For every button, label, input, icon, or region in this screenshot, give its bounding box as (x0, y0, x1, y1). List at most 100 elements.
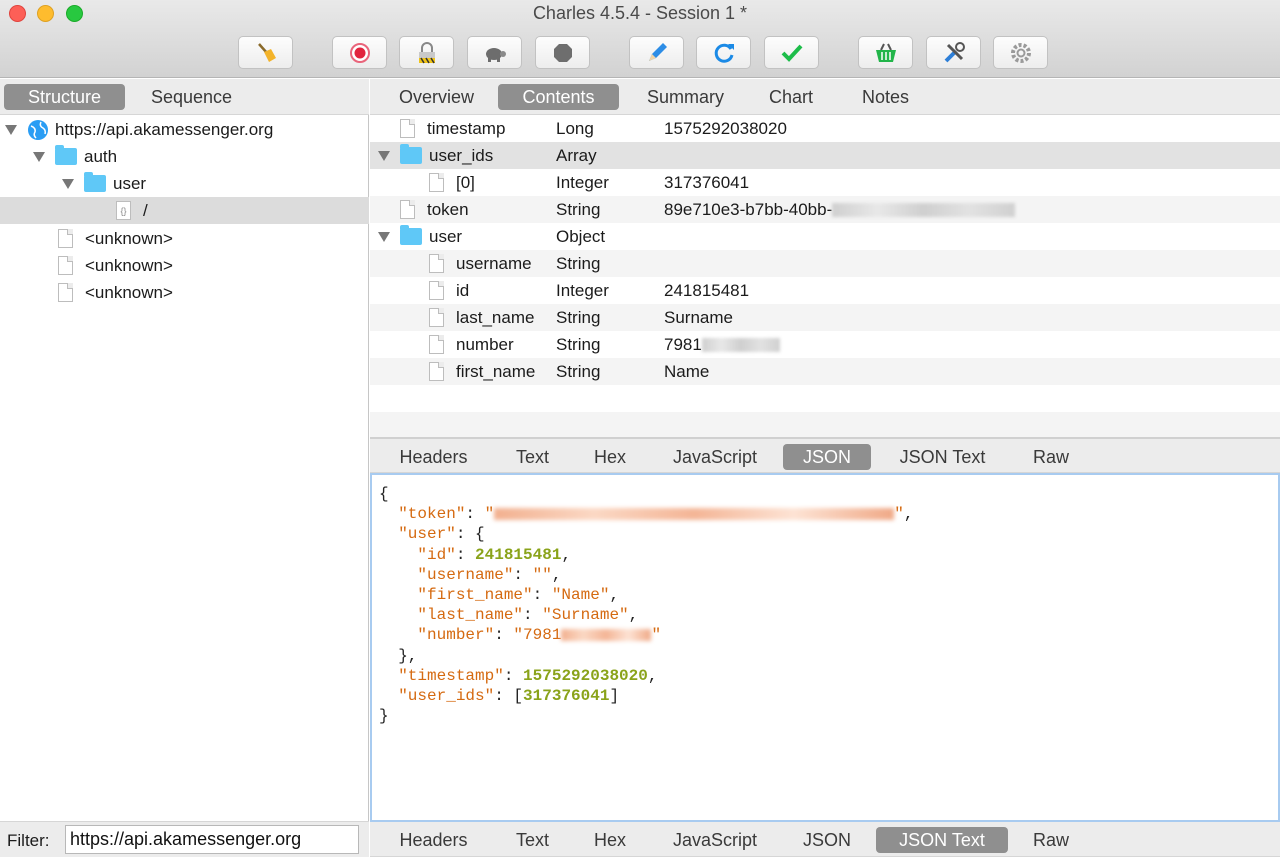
row-name: id (456, 280, 470, 300)
table-row[interactable]: first_name String Name (370, 358, 1280, 385)
compose-button[interactable] (629, 36, 684, 69)
file-icon (429, 254, 444, 273)
validate-button[interactable] (764, 36, 819, 69)
throttle-button[interactable] (467, 36, 522, 69)
folder-icon (400, 144, 422, 164)
json-viewer[interactable]: { "token": " ", "user": { "id": 241815481… (370, 473, 1280, 822)
tab-json-text[interactable]: JSON Text (882, 444, 1003, 470)
filter-input[interactable] (65, 825, 359, 854)
tree-host-row[interactable]: https://api.akamessenger.org (0, 116, 369, 143)
row-name: token (427, 199, 469, 219)
turtle-icon (485, 47, 506, 62)
disclosure-triangle-icon[interactable] (378, 150, 390, 161)
row-name: timestamp (427, 118, 506, 138)
tree-folder-label: auth (84, 146, 118, 166)
tab-notes[interactable]: Notes (848, 84, 923, 110)
row-value: 317376041 (664, 172, 750, 192)
left-tab-bar: Structure Sequence (0, 79, 369, 115)
tab-javascript[interactable]: JavaScript (654, 444, 776, 470)
tree-unknown-row[interactable]: <unknown> (0, 279, 369, 306)
table-row[interactable]: user Object (370, 223, 1280, 250)
stop-hexagon-icon (553, 43, 572, 62)
row-name: user (429, 226, 463, 246)
table-row[interactable]: timestamp Long 1575292038020 (370, 115, 1280, 142)
ssl-proxying-button[interactable] (399, 36, 454, 69)
globe-icon (28, 119, 48, 140)
window-title: Charles 4.5.4 - Session 1 * (532, 3, 748, 23)
file-icon (58, 256, 73, 275)
tools-basket-button[interactable] (858, 36, 913, 69)
tree-leaf-label: / (143, 200, 148, 220)
row-type: String (556, 199, 601, 219)
redacted-token (494, 507, 895, 520)
disclosure-triangle-icon[interactable] (5, 124, 17, 135)
tab-headers[interactable]: Headers (387, 444, 480, 470)
row-type: Integer (556, 280, 609, 300)
redacted-value (701, 338, 780, 353)
table-row[interactable]: user_ids Array (370, 142, 1280, 169)
row-type: String (556, 334, 601, 354)
table-row[interactable]: id Integer 241815481 (370, 277, 1280, 304)
broom-icon (257, 42, 276, 62)
tab-chart[interactable]: Chart (755, 84, 827, 110)
tab-structure[interactable]: Structure (4, 84, 125, 110)
tree-host-label: https://api.akamessenger.org (55, 119, 274, 139)
tab-javascript[interactable]: JavaScript (654, 827, 776, 853)
breakpoints-button[interactable] (535, 36, 590, 69)
detail-pane: Overview Contents Summary Chart Notes ti… (370, 79, 1280, 857)
tree-folder-auth[interactable]: auth (0, 143, 369, 170)
record-button[interactable] (332, 36, 387, 69)
folder-icon (400, 225, 422, 245)
tab-overview[interactable]: Overview (389, 84, 484, 110)
tab-raw[interactable]: Raw (1016, 827, 1086, 853)
tree-folder-user[interactable]: user (0, 170, 369, 197)
row-name: [0] (456, 172, 475, 192)
tab-headers[interactable]: Headers (387, 827, 480, 853)
settings-button[interactable] (926, 36, 981, 69)
preferences-button[interactable] (993, 36, 1048, 69)
table-row[interactable]: number String 7981 (370, 331, 1280, 358)
row-value: Surname (664, 307, 733, 327)
row-name: username (456, 253, 532, 273)
tab-summary[interactable]: Summary (633, 84, 738, 110)
tab-json[interactable]: JSON (783, 827, 871, 853)
file-icon (429, 335, 444, 354)
tab-json[interactable]: JSON (783, 444, 871, 470)
folder-icon (84, 172, 106, 192)
file-icon (429, 173, 444, 192)
redacted-number (561, 629, 652, 642)
row-type: Long (556, 118, 594, 138)
disclosure-triangle-icon[interactable] (62, 178, 74, 189)
detail-tab-bar: Overview Contents Summary Chart Notes (370, 79, 1280, 115)
table-row[interactable]: username String (370, 250, 1280, 277)
row-name: last_name (456, 307, 535, 327)
table-row[interactable]: last_name String Surname (370, 304, 1280, 331)
clear-session-button[interactable] (238, 36, 293, 69)
contents-tree-table: timestamp Long 1575292038020 user_ids Ar… (370, 115, 1280, 437)
row-name: number (456, 334, 514, 354)
structure-pane: Structure Sequence https://api.akamessen… (0, 79, 369, 857)
disclosure-triangle-icon[interactable] (33, 151, 45, 162)
tab-json-text[interactable]: JSON Text (876, 827, 1008, 853)
tree-unknown-label: <unknown> (85, 228, 173, 248)
repeat-button[interactable] (696, 36, 751, 69)
tree-unknown-row[interactable]: <unknown> (0, 252, 369, 279)
table-row[interactable]: token String 89e710e3-b7bb-40bb- (370, 196, 1280, 223)
tab-text[interactable]: Text (500, 827, 565, 853)
json-file-icon: {} (116, 201, 131, 220)
disclosure-triangle-icon[interactable] (378, 231, 390, 242)
table-row[interactable]: [0] Integer 317376041 (370, 169, 1280, 196)
redacted-value (832, 203, 1016, 218)
tree-leaf-selected[interactable]: {} / (0, 197, 369, 224)
file-icon (400, 200, 415, 219)
tab-hex[interactable]: Hex (580, 827, 640, 853)
tab-contents[interactable]: Contents (498, 84, 619, 110)
tab-sequence[interactable]: Sequence (131, 84, 252, 110)
tree-unknown-row[interactable]: <unknown> (0, 225, 369, 252)
tab-hex[interactable]: Hex (580, 444, 640, 470)
tab-raw[interactable]: Raw (1016, 444, 1086, 470)
tab-text[interactable]: Text (500, 444, 565, 470)
tools-icon (944, 41, 965, 62)
gear-icon (1010, 42, 1031, 63)
file-icon (58, 283, 73, 302)
